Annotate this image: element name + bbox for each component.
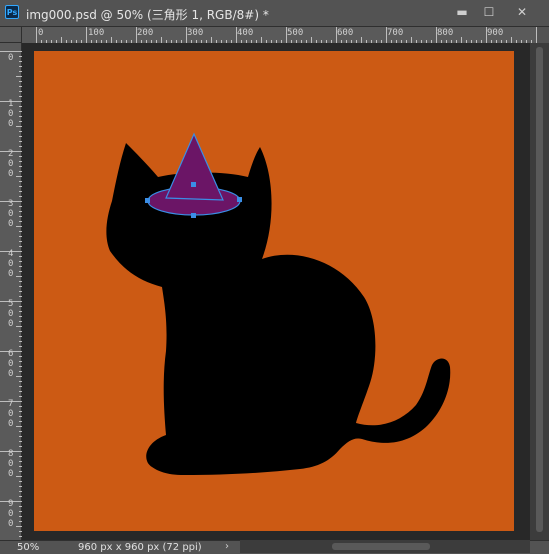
anchor-point-top[interactable] <box>191 182 196 187</box>
document-canvas[interactable] <box>34 51 514 531</box>
ruler-label: 5 0 0 <box>8 299 14 329</box>
document-size-info[interactable]: 960 px x 960 px (72 ppi) <box>78 542 202 553</box>
anchor-point-bottom[interactable] <box>191 213 196 218</box>
ruler-label: 4 0 0 <box>8 249 14 279</box>
ruler-label: 500 <box>287 28 304 38</box>
maximize-icon[interactable]: ☐ <box>478 4 500 20</box>
horizontal-scrollbar[interactable] <box>240 540 530 553</box>
ruler-label: 600 <box>337 28 354 38</box>
ruler-label: 1 0 0 <box>8 99 14 129</box>
minimize-icon[interactable]: ▬ <box>451 4 473 20</box>
vertical-scroll-thumb[interactable] <box>536 47 543 532</box>
document-tab-bar: Ps img000.psd @ 50% (三角形 1, RGB/8#) * ▬ … <box>0 0 549 27</box>
ruler-label: 0 <box>38 28 44 38</box>
zoom-level[interactable]: 50% <box>17 542 39 553</box>
horizontal-scroll-thumb[interactable] <box>332 543 430 550</box>
canvas-workspace[interactable] <box>22 43 530 540</box>
vertical-scrollbar[interactable] <box>530 43 549 540</box>
ruler-label: 400 <box>237 28 254 38</box>
status-menu-arrow-icon[interactable]: › <box>225 541 229 552</box>
document-title[interactable]: img000.psd @ 50% (三角形 1, RGB/8#) * <box>26 6 269 23</box>
ruler-label: 900 <box>487 28 504 38</box>
ruler-label: 9 0 0 <box>8 499 14 529</box>
close-icon[interactable]: ✕ <box>511 4 533 20</box>
horizontal-ruler[interactable]: 0 100 200 300 400 500 600 700 800 900 <box>22 27 537 44</box>
ruler-label: 6 0 0 <box>8 349 14 379</box>
photoshop-app-icon: Ps <box>5 5 19 19</box>
ruler-label: 800 <box>437 28 454 38</box>
anchor-point-right[interactable] <box>237 197 242 202</box>
ruler-origin-corner[interactable] <box>0 27 22 43</box>
ruler-label: 8 0 0 <box>8 449 14 479</box>
vertical-ruler[interactable]: 0 1 0 0 2 0 0 3 0 0 4 0 0 5 0 0 6 0 0 7 … <box>0 43 22 540</box>
anchor-point-left[interactable] <box>145 198 150 203</box>
ruler-label: 300 <box>187 28 204 38</box>
ruler-label: 100 <box>88 28 105 38</box>
ruler-label: 0 <box>8 53 14 63</box>
ruler-label: 200 <box>137 28 154 38</box>
ruler-label: 3 0 0 <box>8 199 14 229</box>
ruler-label: 7 0 0 <box>8 399 14 429</box>
ruler-label: 700 <box>387 28 404 38</box>
ruler-label: 2 0 0 <box>8 149 14 179</box>
